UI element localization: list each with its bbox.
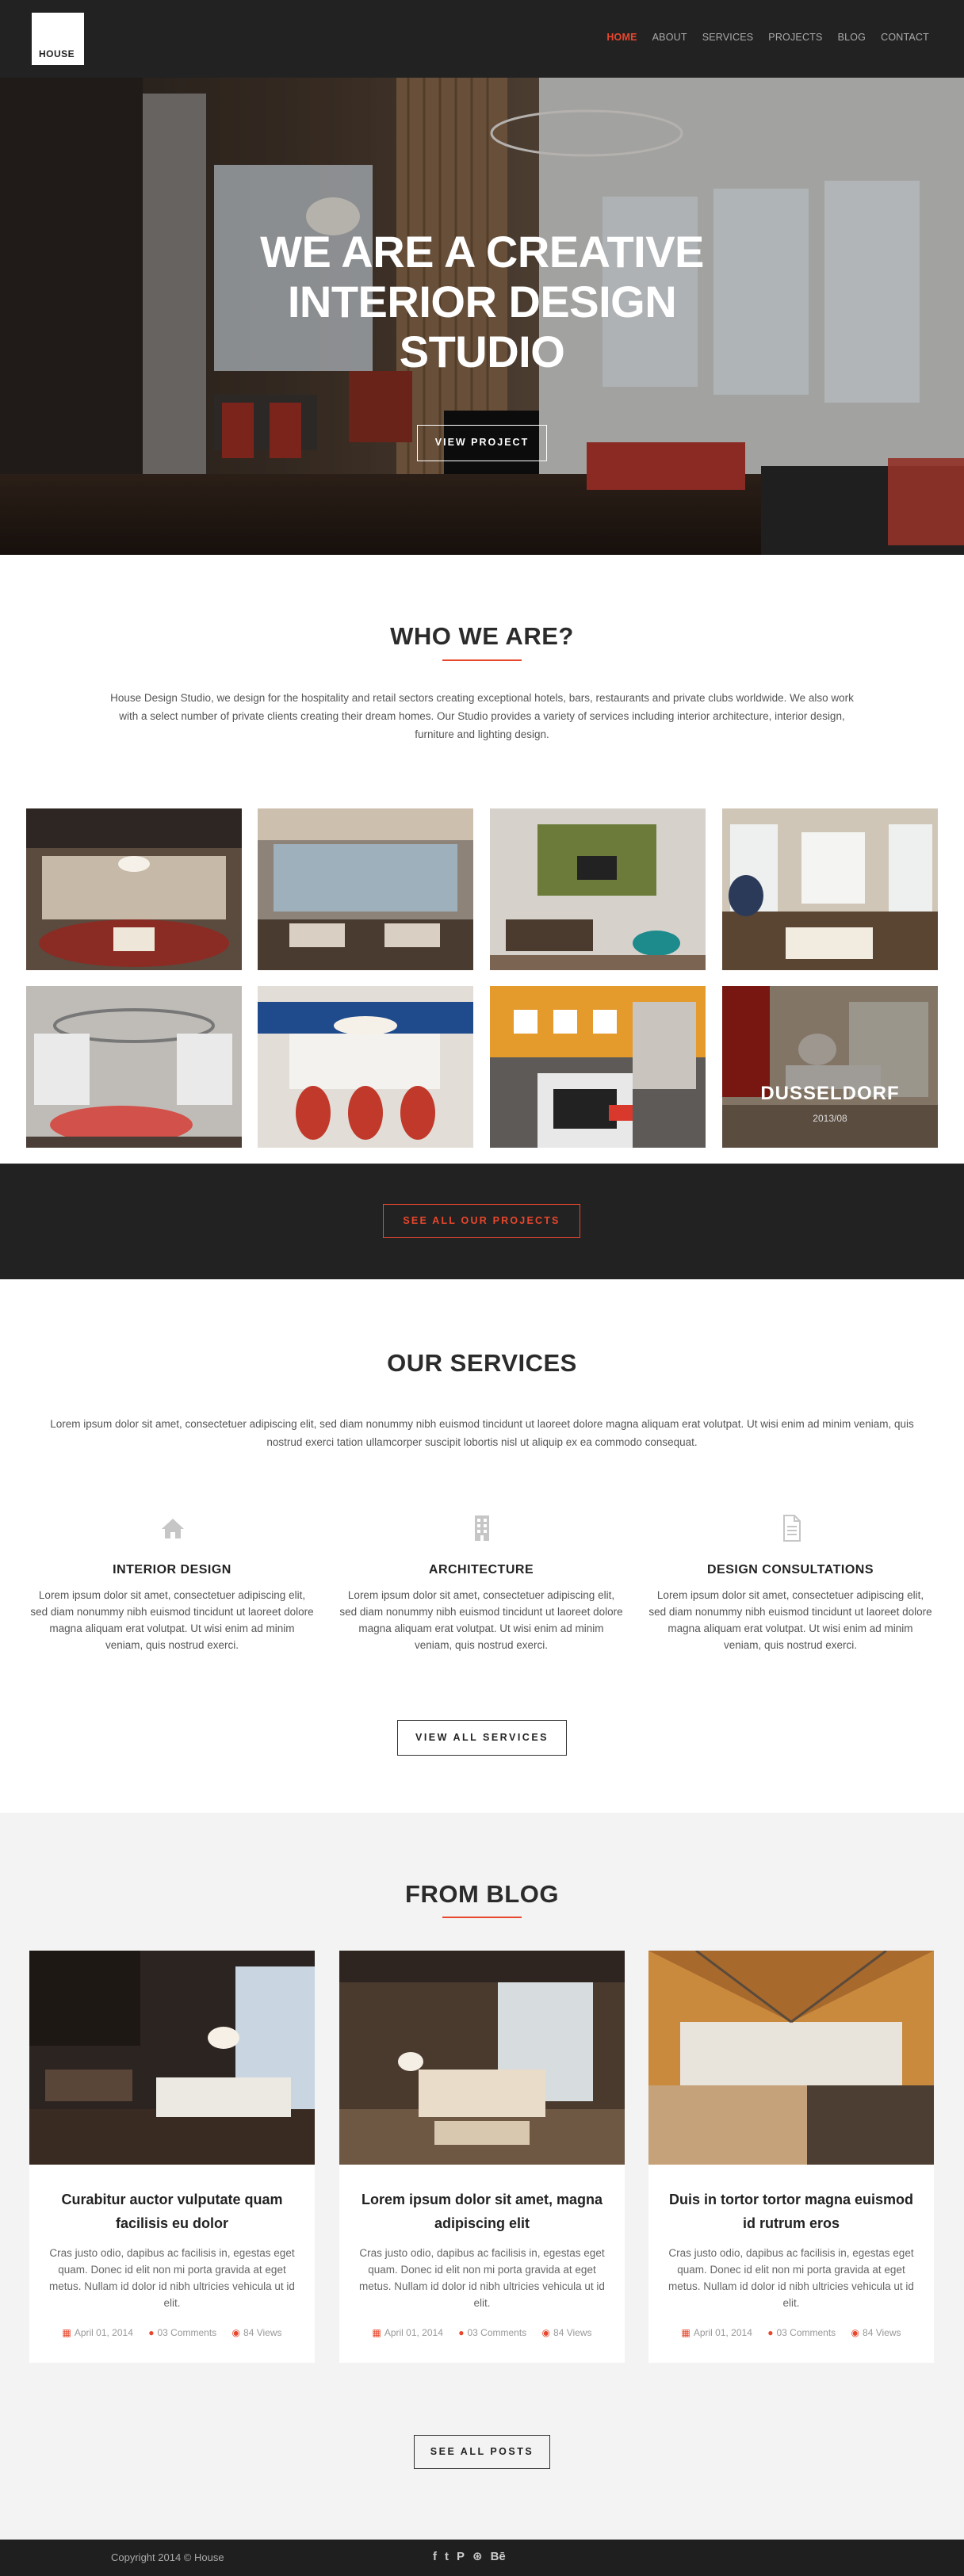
nav-home[interactable]: HOME (606, 32, 637, 43)
services-intro: Lorem ipsum dolor sit amet, consectetuer… (50, 1418, 914, 1448)
hero-title-line-3: STUDIO (399, 327, 565, 376)
gallery-item[interactable] (258, 808, 473, 970)
main-nav: HOME ABOUT SERVICES PROJECTS BLOG CONTAC… (591, 32, 929, 43)
post-date: April 01, 2014 (693, 2327, 752, 2338)
service-text: Lorem ipsum dolor sit amet, consectetuer… (339, 1589, 623, 1651)
service-title: INTERIOR DESIGN (113, 1563, 231, 1577)
site-header: HOUSE HOME ABOUT SERVICES PROJECTS BLOG … (0, 0, 964, 78)
gallery-hover-title: DUSSELDORF (760, 1083, 900, 1104)
eye-icon: ◉ (541, 2327, 551, 2338)
gallery-item[interactable] (490, 986, 706, 1148)
twitter-icon[interactable]: t (445, 2549, 449, 2565)
blog-card-image[interactable] (648, 1951, 934, 2165)
service-title: ARCHITECTURE (428, 1563, 534, 1577)
services-title: OUR SERVICES (387, 1349, 577, 1377)
blog-title: FROM BLOG (405, 1880, 559, 1908)
calendar-icon: ▦ (681, 2327, 690, 2338)
blog-card[interactable]: Duis in tortor tortor magna euismod id r… (648, 1951, 934, 2363)
nav-contact[interactable]: CONTACT (881, 32, 929, 43)
dribbble-icon[interactable]: ⊛ (472, 2549, 483, 2565)
blog-card-meta: ▦ April 01, 2014 ● 03 Comments ◉ 84 Views (339, 2327, 625, 2338)
post-views: 84 Views (553, 2327, 592, 2338)
post-comments[interactable]: 03 Comments (776, 2327, 836, 2338)
service-title: DESIGN CONSULTATIONS (707, 1563, 874, 1577)
blog-card-title[interactable]: Duis in tortor tortor magna euismod id r… (664, 2188, 918, 2235)
hero-title-line-1: WE ARE A CREATIVE (260, 227, 704, 277)
nav-services[interactable]: SERVICES (702, 32, 754, 43)
post-comments[interactable]: 03 Comments (467, 2327, 526, 2338)
comment-icon: ● (767, 2327, 774, 2338)
social-links: f t P ⊛ Bē (433, 2549, 506, 2565)
nav-about[interactable]: ABOUT (652, 32, 687, 43)
service-text: Lorem ipsum dolor sit amet, consectetuer… (30, 1589, 314, 1651)
gallery-item[interactable] (26, 808, 242, 970)
post-date: April 01, 2014 (74, 2327, 133, 2338)
gallery-item[interactable] (722, 808, 938, 970)
blog-card-image[interactable] (339, 1951, 625, 2165)
facebook-icon[interactable]: f (433, 2549, 437, 2565)
post-views: 84 Views (243, 2327, 282, 2338)
hero-section: WE ARE A CREATIVE INTERIOR DESIGN STUDIO… (0, 78, 964, 555)
building-icon (475, 1515, 489, 1541)
about-title-underline (442, 659, 522, 661)
blog-card-meta: ▦ April 01, 2014 ● 03 Comments ◉ 84 Views (29, 2327, 315, 2338)
gallery-hover-date: 2013/08 (813, 1113, 847, 1124)
blog-card-title[interactable]: Lorem ipsum dolor sit amet, magna adipis… (355, 2188, 609, 2235)
blog-card-image[interactable] (29, 1951, 315, 2165)
blog-card-text: Cras justo odio, dapibus ac facilisis in… (49, 2247, 295, 2309)
site-footer: Copyright 2014 © House f t P ⊛ Bē (0, 2540, 964, 2576)
logo-text: HOUSE (39, 48, 75, 59)
gallery-item[interactable] (26, 986, 242, 1148)
about-text: House Design Studio, we design for the h… (110, 692, 854, 740)
post-date: April 01, 2014 (384, 2327, 443, 2338)
page: HOUSE HOME ABOUT SERVICES PROJECTS BLOG … (0, 0, 964, 2576)
see-all-projects-button[interactable]: SEE ALL OUR PROJECTS (383, 1204, 580, 1238)
comment-icon: ● (148, 2327, 155, 2338)
gallery-item[interactable] (258, 986, 473, 1148)
comment-icon: ● (458, 2327, 465, 2338)
blog-card-meta: ▦ April 01, 2014 ● 03 Comments ◉ 84 Views (648, 2327, 934, 2338)
hero-title-line-2: INTERIOR DESIGN (287, 277, 677, 327)
home-icon (162, 1519, 184, 1538)
post-comments[interactable]: 03 Comments (157, 2327, 216, 2338)
pinterest-icon[interactable]: P (457, 2549, 465, 2565)
gallery-item[interactable] (490, 808, 706, 970)
logo[interactable]: HOUSE (32, 13, 84, 65)
calendar-icon: ▦ (62, 2327, 71, 2338)
blog-card-text: Cras justo odio, dapibus ac facilisis in… (668, 2247, 914, 2309)
behance-icon[interactable]: Bē (491, 2549, 506, 2565)
blog-card-text: Cras justo odio, dapibus ac facilisis in… (359, 2247, 605, 2309)
gallery-item-hover[interactable]: DUSSELDORF 2013/08 (722, 986, 938, 1148)
blog-card[interactable]: Lorem ipsum dolor sit amet, magna adipis… (339, 1951, 625, 2363)
calendar-icon: ▦ (372, 2327, 381, 2338)
view-all-services-button[interactable]: VIEW ALL SERVICES (397, 1720, 567, 1756)
document-icon (783, 1515, 801, 1542)
about-title: WHO WE ARE? (390, 622, 574, 650)
blog-card-title[interactable]: Curabitur auctor vulputate quam facilisi… (45, 2188, 299, 2235)
see-all-posts-button[interactable]: SEE ALL POSTS (414, 2435, 550, 2469)
view-project-button[interactable]: VIEW PROJECT (417, 425, 547, 461)
blog-card[interactable]: Curabitur auctor vulputate quam facilisi… (29, 1951, 315, 2363)
eye-icon: ◉ (231, 2327, 241, 2338)
nav-blog[interactable]: BLOG (838, 32, 866, 43)
nav-projects[interactable]: PROJECTS (768, 32, 822, 43)
service-text: Lorem ipsum dolor sit amet, consectetuer… (648, 1589, 932, 1651)
post-views: 84 Views (863, 2327, 901, 2338)
hero-title: WE ARE A CREATIVE INTERIOR DESIGN STUDIO (0, 227, 964, 376)
blog-title-underline (442, 1917, 522, 1918)
copyright-text: Copyright 2014 © House (111, 2551, 224, 2563)
eye-icon: ◉ (851, 2327, 860, 2338)
